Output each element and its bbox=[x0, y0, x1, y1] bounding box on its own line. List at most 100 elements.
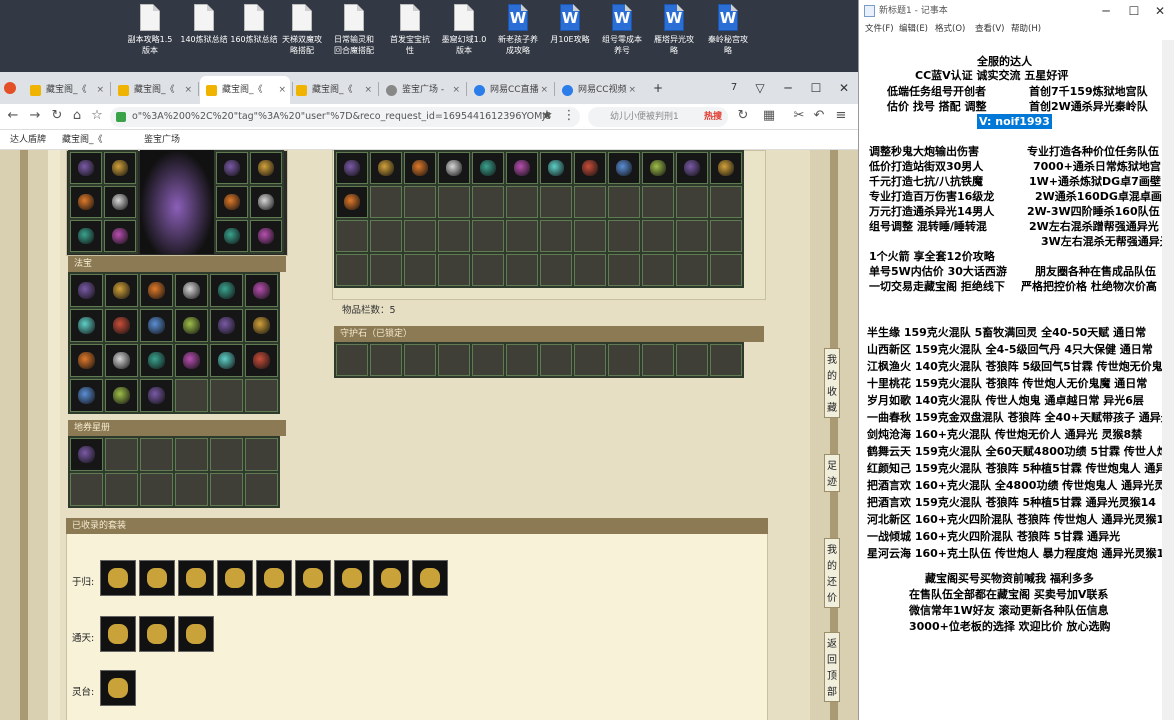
notepad-menu-3[interactable]: 查看(V) bbox=[975, 22, 1004, 36]
item-slot-filled[interactable] bbox=[70, 220, 102, 252]
item-slot-filled[interactable] bbox=[105, 379, 138, 412]
item-slot-empty[interactable] bbox=[608, 344, 640, 376]
suit-item-icon[interactable] bbox=[412, 560, 448, 596]
item-slot-empty[interactable] bbox=[608, 186, 640, 218]
item-slot-filled[interactable] bbox=[70, 344, 103, 377]
item-slot-empty[interactable] bbox=[472, 186, 504, 218]
item-slot-empty[interactable] bbox=[336, 220, 368, 252]
suit-item-icon[interactable] bbox=[100, 560, 136, 596]
item-slot-empty[interactable] bbox=[370, 254, 402, 286]
suit-item-icon[interactable] bbox=[295, 560, 331, 596]
suit-item-icon[interactable] bbox=[178, 560, 214, 596]
notepad-maximize-button[interactable]: ☐ bbox=[1122, 0, 1146, 23]
desktop-icon-9[interactable]: W 组号零成本 养号 bbox=[594, 4, 650, 56]
item-slot-filled[interactable] bbox=[216, 220, 248, 252]
tab-close-icon[interactable]: × bbox=[452, 76, 460, 104]
item-slot-filled[interactable] bbox=[140, 344, 173, 377]
star-icon[interactable]: ★ bbox=[538, 107, 556, 125]
pin-icon[interactable]: ▽ bbox=[748, 76, 772, 100]
item-slot-empty[interactable] bbox=[175, 473, 208, 506]
item-slot-filled[interactable] bbox=[140, 274, 173, 307]
item-slot-empty[interactable] bbox=[438, 344, 470, 376]
item-slot-filled[interactable] bbox=[250, 186, 282, 218]
item-slot-empty[interactable] bbox=[140, 473, 173, 506]
item-slot-empty[interactable] bbox=[506, 186, 538, 218]
bookmark-0[interactable]: 达人盾牌 bbox=[10, 130, 46, 150]
browser-tab-2[interactable]: 藏宝阁_《 × bbox=[200, 76, 290, 104]
item-slot-empty[interactable] bbox=[438, 220, 470, 252]
notepad-menu-0[interactable]: 文件(F) bbox=[865, 22, 894, 36]
item-slot-filled[interactable] bbox=[438, 152, 470, 184]
tab-close-icon[interactable]: × bbox=[278, 76, 286, 104]
bookmark-2[interactable]: 鉴宝广场 bbox=[144, 130, 180, 150]
undo-icon[interactable]: ↶ bbox=[810, 107, 828, 125]
item-slot-empty[interactable] bbox=[404, 186, 436, 218]
item-slot-empty[interactable] bbox=[506, 344, 538, 376]
item-slot-filled[interactable] bbox=[140, 379, 173, 412]
item-slot-empty[interactable] bbox=[70, 473, 103, 506]
side-button-1[interactable]: 足迹 bbox=[824, 454, 840, 492]
search-field[interactable]: 幼儿小便被判刑1 热搜 bbox=[588, 107, 728, 127]
item-slot-empty[interactable] bbox=[574, 220, 606, 252]
item-slot-filled[interactable] bbox=[104, 152, 136, 184]
tab-close-icon[interactable]: × bbox=[540, 76, 548, 104]
tab-close-icon[interactable]: × bbox=[628, 76, 636, 104]
desktop-icon-8[interactable]: W 月10E攻略 bbox=[542, 4, 598, 45]
side-button-2[interactable]: 我的还价 bbox=[824, 538, 840, 608]
item-slot-filled[interactable] bbox=[710, 152, 742, 184]
item-slot-filled[interactable] bbox=[506, 152, 538, 184]
desktop-icon-3[interactable]: 天梯双魔攻 略搭配 bbox=[274, 4, 330, 56]
item-slot-filled[interactable] bbox=[370, 152, 402, 184]
item-slot-filled[interactable] bbox=[105, 274, 138, 307]
tab-list-icon[interactable]: 7 bbox=[722, 76, 746, 100]
item-slot-filled[interactable] bbox=[245, 344, 278, 377]
suit-item-icon[interactable] bbox=[256, 560, 292, 596]
tab-close-icon[interactable]: × bbox=[96, 76, 104, 104]
item-slot-filled[interactable] bbox=[104, 186, 136, 218]
item-slot-empty[interactable] bbox=[370, 220, 402, 252]
item-slot-filled[interactable] bbox=[336, 152, 368, 184]
item-slot-empty[interactable] bbox=[210, 379, 243, 412]
item-slot-filled[interactable] bbox=[140, 309, 173, 342]
item-slot-empty[interactable] bbox=[540, 254, 572, 286]
bookmark-1[interactable]: 藏宝阁_《 bbox=[62, 130, 103, 150]
item-slot-empty[interactable] bbox=[370, 344, 402, 376]
item-slot-filled[interactable] bbox=[608, 152, 640, 184]
item-slot-filled[interactable] bbox=[175, 344, 208, 377]
tab-close-icon[interactable]: × bbox=[364, 76, 372, 104]
browser-tab-0[interactable]: 藏宝阁_《 × bbox=[24, 76, 108, 104]
notepad-close-button[interactable]: ✕ bbox=[1148, 0, 1172, 23]
item-slot-filled[interactable] bbox=[676, 152, 708, 184]
browser-tab-1[interactable]: 藏宝阁_《 × bbox=[112, 76, 196, 104]
item-slot-empty[interactable] bbox=[676, 254, 708, 286]
suit-item-icon[interactable] bbox=[217, 560, 253, 596]
new-tab-button[interactable]: + bbox=[646, 76, 670, 100]
item-slot-empty[interactable] bbox=[175, 379, 208, 412]
side-button-0[interactable]: 我的收藏 bbox=[824, 348, 840, 418]
item-slot-empty[interactable] bbox=[438, 254, 470, 286]
item-slot-empty[interactable] bbox=[472, 220, 504, 252]
item-slot-filled[interactable] bbox=[70, 186, 102, 218]
item-slot-filled[interactable] bbox=[105, 344, 138, 377]
item-slot-filled[interactable] bbox=[250, 152, 282, 184]
side-button-3[interactable]: 返回顶部 bbox=[824, 632, 840, 702]
menu-icon[interactable]: ≡ bbox=[832, 107, 850, 125]
item-slot-empty[interactable] bbox=[370, 186, 402, 218]
tab-close-icon[interactable]: × bbox=[184, 76, 192, 104]
notepad-menu-1[interactable]: 编辑(E) bbox=[899, 22, 928, 36]
item-slot-filled[interactable] bbox=[245, 309, 278, 342]
item-slot-filled[interactable] bbox=[216, 152, 248, 184]
item-slot-empty[interactable] bbox=[472, 344, 504, 376]
item-slot-filled[interactable] bbox=[336, 186, 368, 218]
item-slot-empty[interactable] bbox=[175, 438, 208, 471]
reload-icon[interactable]: ↻ bbox=[48, 107, 66, 125]
item-slot-empty[interactable] bbox=[245, 379, 278, 412]
item-slot-filled[interactable] bbox=[104, 220, 136, 252]
item-slot-empty[interactable] bbox=[676, 186, 708, 218]
item-slot-empty[interactable] bbox=[336, 344, 368, 376]
item-slot-filled[interactable] bbox=[70, 152, 102, 184]
item-slot-empty[interactable] bbox=[540, 344, 572, 376]
item-slot-filled[interactable] bbox=[210, 344, 243, 377]
item-slot-empty[interactable] bbox=[210, 473, 243, 506]
item-slot-empty[interactable] bbox=[506, 220, 538, 252]
